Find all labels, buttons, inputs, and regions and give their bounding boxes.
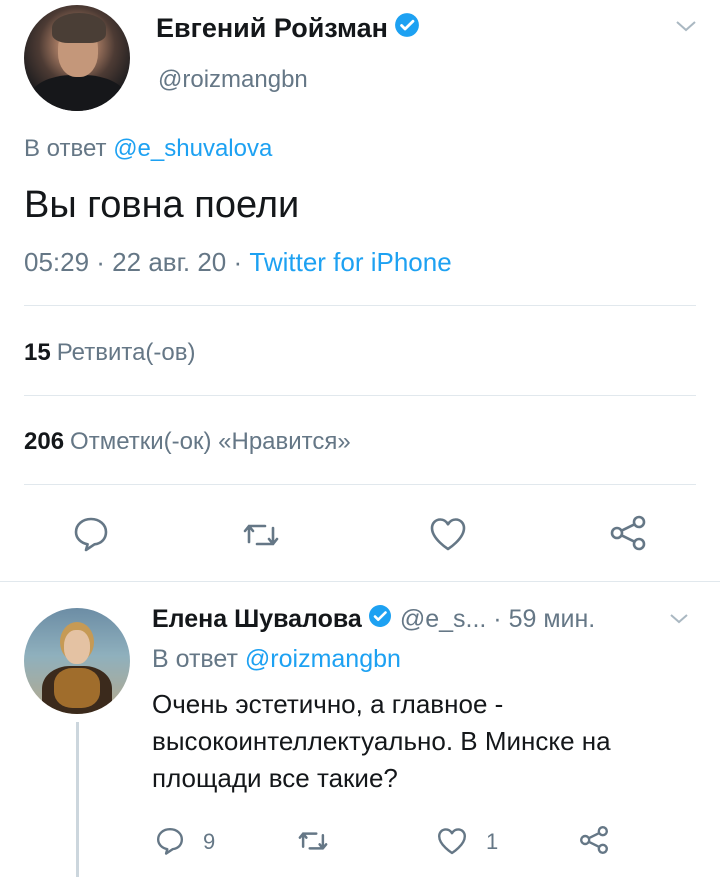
retweets-count: 15 [24, 339, 51, 366]
likes-label: Отметки(-ок) «Нравится» [70, 428, 351, 455]
tweet-text: Вы говна поели [24, 184, 300, 226]
handle-and-time[interactable]: @e_s... · 59 мин. [400, 605, 595, 634]
share-icon[interactable] [578, 824, 610, 861]
likes-stat[interactable]: 206 Отметки(-ок) «Нравится» [24, 428, 351, 456]
reply-prefix: В ответ [24, 135, 107, 162]
like-count: 1 [486, 829, 499, 854]
retweet-icon[interactable] [296, 827, 330, 860]
display-name[interactable]: Евгений Ройзман [156, 13, 388, 44]
like-icon[interactable] [428, 516, 468, 557]
reply-icon[interactable] [72, 515, 110, 558]
reply-icon[interactable] [155, 826, 185, 861]
divider [24, 395, 696, 396]
retweet-icon[interactable] [241, 518, 281, 557]
main-tweet: Евгений Ройзман @roizmangbn В ответ @e_s… [0, 0, 720, 582]
reply-context: В ответ @roizmangbn [152, 645, 401, 674]
display-name[interactable]: Елена Шувалова [152, 605, 362, 634]
author-name-line[interactable]: Евгений Ройзман [156, 12, 420, 45]
thread-connector-line [76, 722, 79, 877]
chevron-down-icon[interactable] [674, 18, 698, 39]
verified-badge-icon [394, 12, 420, 45]
tweet-source-link[interactable]: Twitter for iPhone [249, 247, 451, 277]
reply-count: 9 [203, 829, 216, 854]
reply-context: В ответ @e_shuvalova [24, 135, 272, 163]
tweet-separator [0, 581, 720, 582]
chevron-down-icon[interactable] [668, 612, 690, 631]
author-name-line[interactable]: Елена Шувалова @e_s... · 59 мин. [152, 604, 595, 635]
avatar[interactable] [24, 5, 130, 111]
likes-count: 206 [24, 428, 65, 455]
avatar[interactable] [24, 608, 130, 714]
retweets-label: Ретвита(-ов) [56, 339, 196, 366]
share-icon[interactable] [608, 514, 648, 557]
tweet-text: Очень эстетично, а главное - высокоинтел… [152, 689, 611, 793]
retweets-stat[interactable]: 15 Ретвита(-ов) [24, 339, 196, 367]
reply-mention-link[interactable]: @e_shuvalova [113, 135, 272, 162]
handle[interactable]: @roizmangbn [158, 66, 308, 94]
tweet-timestamp[interactable]: 05:29 · 22 авг. 20 · [24, 247, 249, 277]
reply-prefix: В ответ [152, 645, 238, 673]
reply-mention-link[interactable]: @roizmangbn [245, 645, 401, 673]
divider [24, 484, 696, 485]
tweet-meta: 05:29 · 22 авг. 20 · Twitter for iPhone [24, 247, 452, 278]
verified-badge-icon [368, 604, 392, 635]
divider [24, 305, 696, 306]
like-icon[interactable] [436, 826, 468, 861]
